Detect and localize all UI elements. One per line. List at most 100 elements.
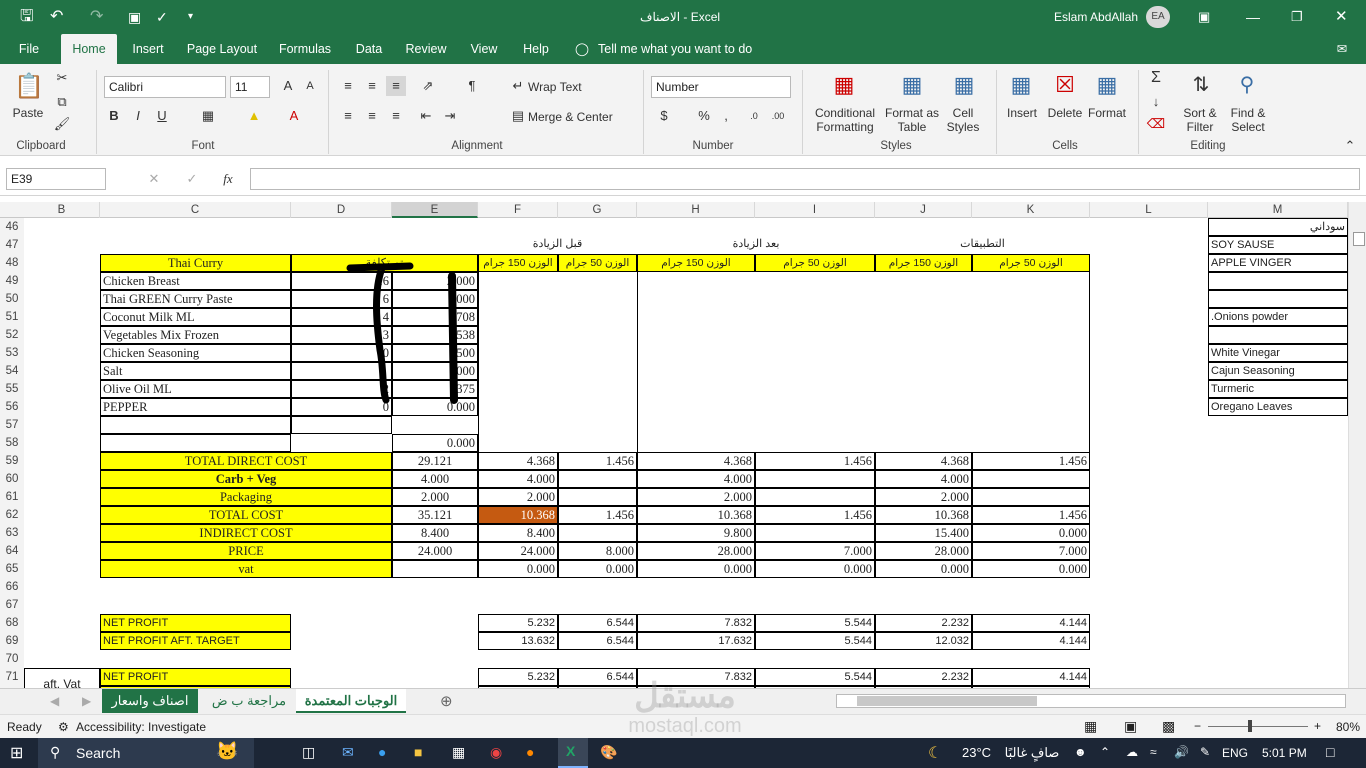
find-select-icon[interactable]: ⚲ [1232,70,1262,100]
summary-value-cell[interactable]: 28.000 [875,542,972,560]
summary-value-cell[interactable]: 10.368 [478,506,558,524]
zoom-in-icon[interactable]: + [1314,719,1321,733]
task-view-icon[interactable]: ◫ [302,744,315,761]
zoom-level[interactable]: 80% [1336,720,1360,734]
summary-value-cell[interactable]: 8.400 [478,524,558,542]
summary-label-cell[interactable]: PRICE [100,542,392,560]
summary-value-cell[interactable]: 8.000 [558,542,637,560]
summary-value-cell[interactable]: 0.000 [755,560,875,578]
page-break-view-icon[interactable]: ▩ [1162,718,1175,735]
format-as-table-button[interactable]: Format as Table [882,106,942,134]
ingredient-name-cell[interactable]: Thai GREEN Curry Paste [100,290,291,308]
ingredient-name-cell[interactable]: Coconut Milk ML [100,308,291,326]
user-name[interactable]: Eslam AbdAllah [1054,0,1138,34]
decrease-decimal-icon[interactable]: .00 [768,106,788,126]
weather-text[interactable]: صافٍ غالبًا [1000,745,1064,761]
pen-icon[interactable]: ✎ [1200,745,1210,759]
summary-value-cell[interactable]: 2.000 [875,488,972,506]
column-header-m[interactable]: M [1208,202,1348,218]
sheet-tab-prices[interactable]: اصناف واسعار [102,689,198,713]
close-icon[interactable]: ✕ [1335,0,1348,34]
summary-value-cell[interactable] [558,470,637,488]
profit-value-cell[interactable]: 2.232 [875,614,972,632]
summary-value-cell[interactable] [972,488,1090,506]
horizontal-scrollbar[interactable] [836,694,1346,708]
side-list-cell[interactable]: سوداني [1208,218,1348,236]
column-header-h[interactable]: H [637,202,755,218]
profit-value-cell[interactable]: 17.632 [637,632,755,650]
summary-value-cell[interactable]: 10.368 [637,506,755,524]
merge-center-button[interactable]: Merge & Center [528,110,628,124]
paste-button[interactable]: Paste [8,106,48,120]
autosum-icon[interactable]: Σ [1146,68,1166,88]
summary-value-cell[interactable]: 0.000 [637,560,755,578]
row-header[interactable]: 53 [0,344,24,362]
zoom-out-icon[interactable]: − [1194,719,1201,733]
next-sheet-icon[interactable]: ▶ [82,694,91,708]
summary-value-cell[interactable] [558,488,637,506]
summary-value-cell[interactable]: 28.000 [637,542,755,560]
summary-value-cell[interactable]: 24.000 [392,542,478,560]
summary-value-cell[interactable]: 9.800 [637,524,755,542]
align-right-icon[interactable]: ≡ [386,106,406,126]
cell-styles-icon[interactable]: ▦ [946,70,982,100]
profit-label-cell[interactable]: NET PROFIT [100,668,291,686]
tab-review[interactable]: Review [400,34,452,64]
row-header[interactable]: 67 [0,596,24,614]
cut-icon[interactable]: ✂ [52,68,72,88]
avatar[interactable]: EA [1146,6,1170,28]
summary-label-cell[interactable]: TOTAL DIRECT COST [100,452,392,470]
row-header[interactable]: 54 [0,362,24,380]
conditional-formatting-icon[interactable]: ▦ [826,70,862,100]
tab-view[interactable]: View [464,34,504,64]
accessibility-status[interactable]: Accessibility: Investigate [76,720,206,734]
ingredient-name-cell[interactable]: Olive Oil ML [100,380,291,398]
profit-value-cell[interactable]: 12.032 [875,632,972,650]
underline-icon[interactable]: U [152,106,172,126]
header-after-increase[interactable]: بعد الزيادة [637,236,875,254]
zoom-slider[interactable] [1208,726,1308,727]
row-header[interactable]: 49 [0,272,24,290]
side-list-cell[interactable] [1208,290,1348,308]
format-cells-button[interactable]: Format [1086,106,1128,120]
summary-value-cell[interactable]: 4.000 [637,470,755,488]
column-header-l[interactable]: L [1090,202,1208,218]
paint-icon[interactable]: 🎨 [600,744,617,761]
column-header-f[interactable]: F [478,202,558,218]
merge-icon[interactable]: ▤ [508,106,528,126]
profit-value-cell[interactable]: 5.544 [755,668,875,686]
orientation-icon[interactable]: ⇗ [418,76,438,96]
summary-label-cell[interactable]: TOTAL COST [100,506,392,524]
currency-icon[interactable]: $ [654,106,674,126]
undo-icon[interactable]: ↶ [50,0,63,34]
ribbon-display-icon[interactable]: ▣ [1198,0,1210,34]
summary-value-cell[interactable]: 0.000 [875,560,972,578]
row-header[interactable]: 52 [0,326,24,344]
row-header[interactable]: 51 [0,308,24,326]
summary-value-cell[interactable] [755,488,875,506]
summary-label-cell[interactable]: Packaging [100,488,392,506]
people-icon[interactable]: ☻ [1074,745,1087,759]
column-header-g[interactable]: G [558,202,637,218]
summary-value-cell[interactable]: 24.000 [478,542,558,560]
profit-value-cell[interactable]: 5.544 [755,614,875,632]
align-center-icon[interactable]: ≡ [362,106,382,126]
header-applications[interactable]: التطبيقات [875,236,1090,254]
summary-value-cell[interactable] [972,470,1090,488]
profit-value-cell[interactable]: 6.544 [558,614,637,632]
row-header[interactable]: 47 [0,236,24,254]
enter-icon[interactable]: ✓ [182,169,202,189]
zoom-slider-thumb[interactable] [1248,720,1252,732]
formula-input[interactable] [250,168,1360,190]
name-box[interactable]: E39 [6,168,106,190]
row-header[interactable]: 55 [0,380,24,398]
ingredient-name-cell[interactable]: Vegetables Mix Frozen [100,326,291,344]
percent-icon[interactable]: % [694,106,714,126]
summary-value-cell[interactable]: 4.368 [637,452,755,470]
summary-value-cell[interactable] [558,524,637,542]
row-header[interactable]: 69 [0,632,24,650]
increase-decimal-icon[interactable]: .0 [744,106,764,126]
empty-cell[interactable] [100,434,291,452]
wrap-text-button[interactable]: Wrap Text [528,80,598,94]
add-sheet-icon[interactable]: ⊕ [440,692,453,710]
